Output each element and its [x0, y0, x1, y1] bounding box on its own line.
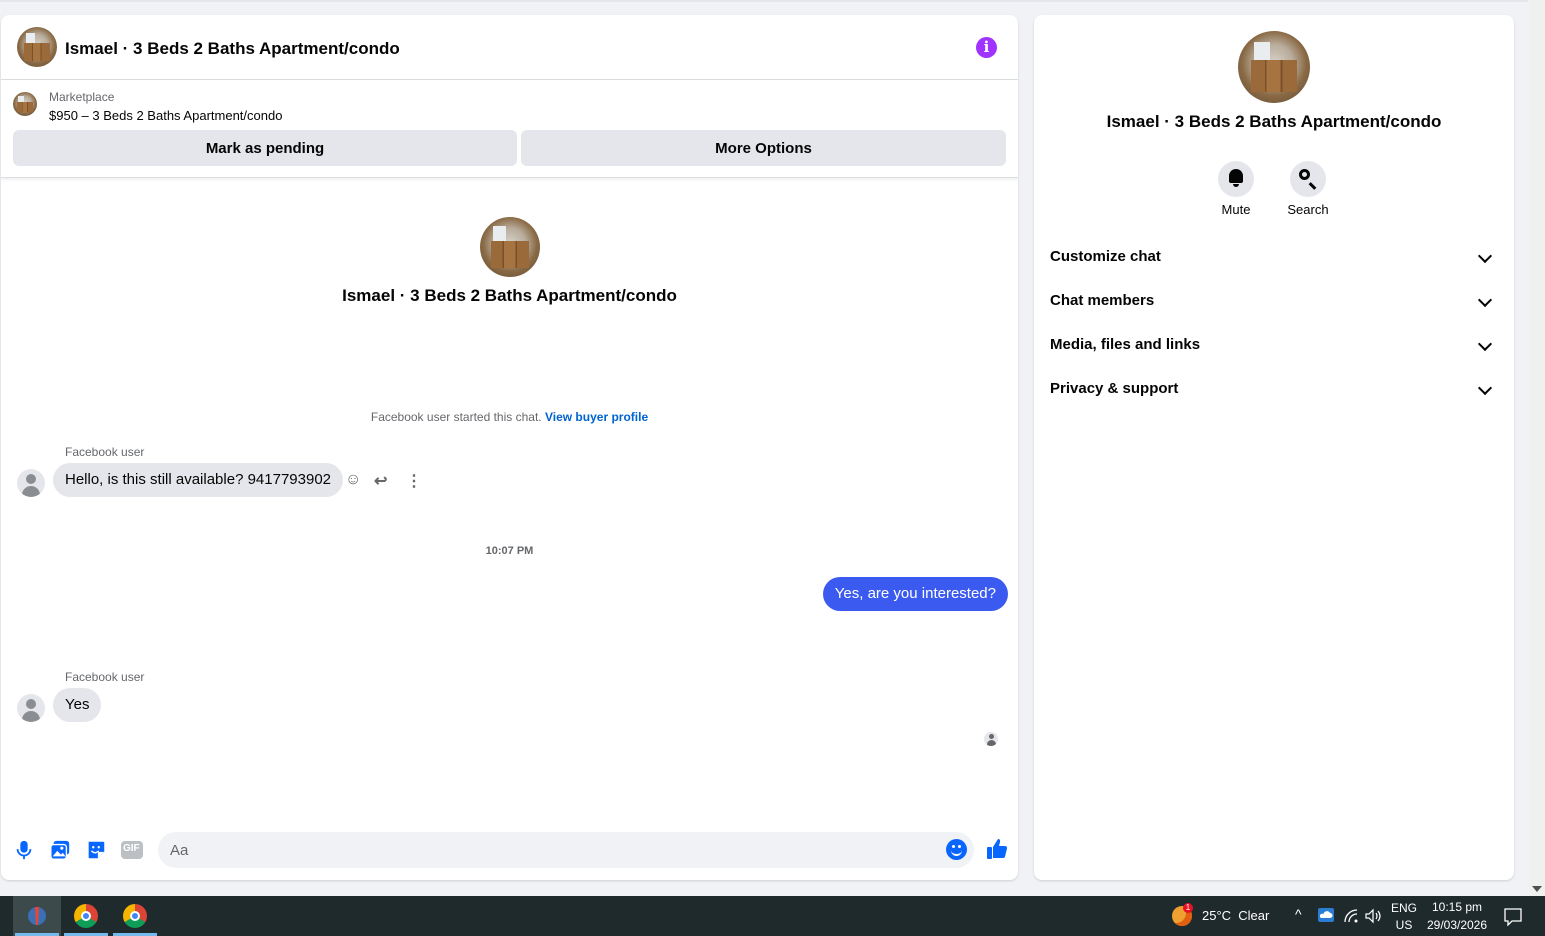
bell-icon [1229, 169, 1243, 187]
message-bubble-incoming[interactable]: Hello, is this still available? 94177939… [53, 463, 344, 497]
listing-source: Marketplace [49, 90, 115, 104]
mute-label: Mute [1221, 202, 1251, 217]
taskbar-app-active[interactable] [13, 896, 61, 936]
search-icon [1299, 169, 1310, 180]
chevron-down-icon [1477, 336, 1493, 352]
volume-icon[interactable] [1365, 908, 1383, 924]
more-options-button[interactable]: More Options [521, 130, 1006, 166]
menu-media-files-links[interactable]: Media, files and links [1050, 327, 1498, 363]
weather-text[interactable]: 25°C Clear [1202, 908, 1269, 923]
tray-expand-icon[interactable]: ^ [1295, 906, 1302, 922]
chevron-down-icon [1477, 292, 1493, 308]
scroll-down-arrow-icon[interactable] [1532, 886, 1542, 892]
clock-time[interactable]: 10:15 pm [1425, 900, 1489, 914]
more-actions-icon[interactable]: ⋮ [406, 471, 422, 491]
listing-price[interactable]: $950 – 3 Beds 2 Baths Apartment/condo [49, 108, 282, 123]
info-icon[interactable]: i [976, 37, 997, 58]
side-title: Ismael · 3 Beds 2 Baths Apartment/condo [1106, 112, 1442, 131]
chrome-icon [123, 904, 147, 928]
page-scrollbar[interactable] [1529, 0, 1545, 896]
menu-chat-members[interactable]: Chat members [1050, 283, 1498, 319]
chat-header: Ismael · 3 Beds 2 Baths Apartment/condo … [1, 15, 1018, 80]
search-label: Search [1287, 202, 1329, 217]
listing-avatar[interactable] [17, 27, 57, 67]
gif-icon[interactable]: GIF [121, 841, 143, 859]
weather-badge: 1 [1183, 903, 1193, 913]
side-avatar[interactable] [1238, 31, 1310, 103]
notification-icon[interactable] [1504, 908, 1522, 926]
app-icon [28, 907, 46, 925]
view-buyer-profile-link[interactable]: View buyer profile [545, 410, 648, 424]
taskbar-chrome-2[interactable] [111, 896, 159, 936]
language-bottom[interactable]: US [1390, 918, 1418, 932]
react-icon[interactable]: ☺ [345, 471, 361, 489]
started-text: Facebook user started this chat. [370, 410, 542, 424]
gif-label: GIF [123, 843, 140, 854]
chat-panel: Ismael · 3 Beds 2 Baths Apartment/condo … [1, 15, 1018, 880]
cloud-sync-icon[interactable] [1317, 907, 1335, 923]
seen-indicator-avatar [984, 732, 998, 746]
sender-avatar[interactable] [17, 469, 45, 497]
chat-info-panel: Ismael · 3 Beds 2 Baths Apartment/condo … [1034, 15, 1514, 880]
message-composer: GIF [1, 825, 1018, 875]
taskbar-chrome-1[interactable] [62, 896, 110, 936]
intro-avatar[interactable] [480, 217, 540, 277]
menu-label: Chat members [1050, 292, 1155, 309]
menu-customize-chat[interactable]: Customize chat [1050, 239, 1498, 275]
intro-title: Ismael · 3 Beds 2 Baths Apartment/condo [342, 286, 677, 305]
like-thumb-icon[interactable] [985, 837, 1009, 861]
emoji-icon[interactable] [946, 839, 967, 860]
top-border [0, 0, 1528, 2]
listing-thumbnail[interactable] [13, 92, 37, 116]
reply-icon[interactable]: ↩ [374, 471, 387, 491]
marketplace-listing-bar: Marketplace $950 – 3 Beds 2 Baths Apartm… [1, 80, 1018, 178]
language-top[interactable]: ENG [1390, 901, 1418, 915]
chrome-icon [74, 904, 98, 928]
message-input[interactable] [158, 832, 974, 868]
photo-icon[interactable] [49, 839, 71, 861]
taskbar [0, 896, 1545, 936]
chat-started-notice: Facebook user started this chat. View bu… [1, 410, 1018, 424]
message-bubble-outgoing[interactable]: Yes, are you interested? [822, 577, 1008, 611]
chevron-down-icon [1477, 248, 1493, 264]
mark-as-pending-button[interactable]: Mark as pending [13, 130, 517, 166]
chat-title[interactable]: Ismael · 3 Beds 2 Baths Apartment/condo [65, 39, 400, 59]
microphone-icon[interactable] [13, 839, 35, 861]
wifi-icon[interactable] [1343, 908, 1359, 924]
mute-button[interactable]: Mute [1206, 161, 1266, 217]
clock-date[interactable]: 29/03/2026 [1422, 918, 1492, 932]
sender-avatar[interactable] [17, 694, 45, 722]
message-bubble-incoming[interactable]: Yes [53, 688, 102, 722]
sender-name: Facebook user [65, 670, 145, 684]
menu-label: Privacy & support [1050, 380, 1179, 397]
sticker-icon[interactable] [85, 839, 107, 861]
menu-label: Customize chat [1050, 248, 1161, 265]
chevron-down-icon [1477, 380, 1493, 396]
menu-privacy-support[interactable]: Privacy & support [1050, 371, 1498, 407]
message-timestamp: 10:07 PM [485, 545, 534, 557]
menu-label: Media, files and links [1050, 336, 1201, 353]
sender-name: Facebook user [65, 445, 145, 459]
search-button[interactable]: Search [1278, 161, 1338, 217]
